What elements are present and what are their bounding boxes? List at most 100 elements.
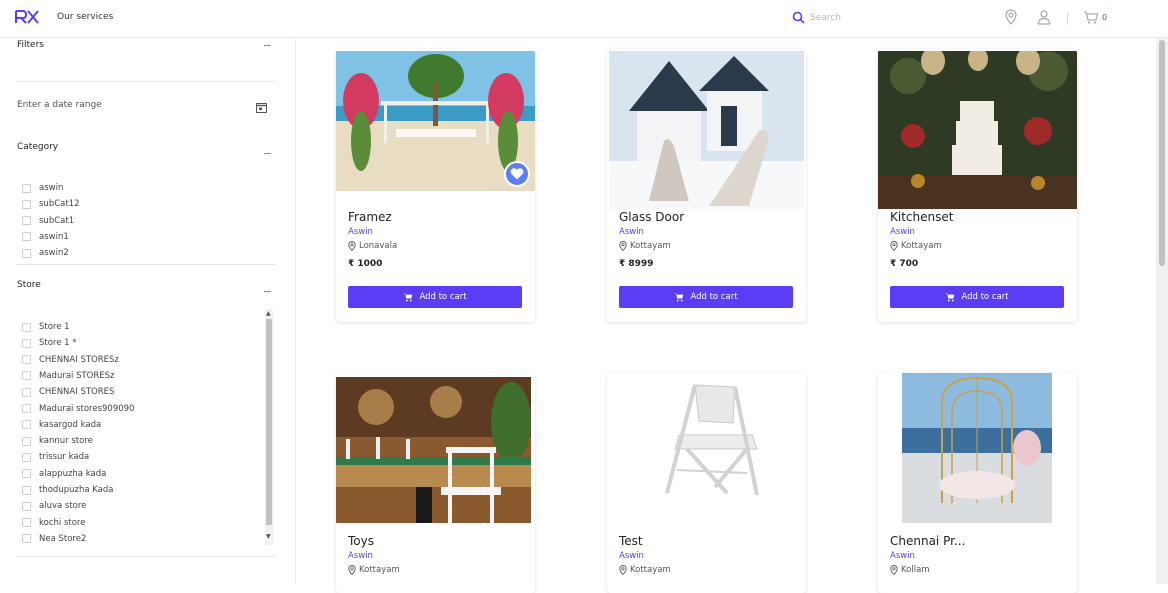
store-option[interactable]: kannur store xyxy=(22,435,93,447)
store-label: kasargod kada xyxy=(39,419,102,430)
date-range-input[interactable]: Enter a date range xyxy=(17,100,217,110)
nav-our-services[interactable]: Our services xyxy=(57,12,113,22)
product-location: Lonavala xyxy=(348,241,397,251)
store-label: kannur store xyxy=(39,436,93,447)
product-card[interactable]: Kitchenset Aswin Kottayam ₹ 700 Add to cart xyxy=(878,49,1077,322)
product-card[interactable]: Test Aswin Kottayam xyxy=(607,373,806,593)
product-image[interactable] xyxy=(878,51,1077,209)
cart-count-badge: 0 xyxy=(1102,13,1108,22)
logo-icon[interactable] xyxy=(14,9,40,25)
store-option[interactable]: aluva store xyxy=(22,500,86,512)
add-to-cart-button[interactable]: Add to cart xyxy=(348,286,522,308)
store-checkbox[interactable] xyxy=(22,469,31,479)
product-card[interactable]: Framez Aswin Lonavala ₹ 1000 Add to cart xyxy=(336,49,535,322)
scroll-up-arrow-icon[interactable]: ▲ xyxy=(266,311,271,317)
store-checkbox[interactable] xyxy=(22,452,31,462)
product-image[interactable] xyxy=(336,377,531,523)
product-image[interactable] xyxy=(609,51,804,209)
store-label: Madurai stores909090 xyxy=(39,403,135,414)
store-option[interactable]: Nea Store2 xyxy=(22,533,86,545)
product-location-text: Kottayam xyxy=(630,565,671,575)
page-scrollbar[interactable] xyxy=(1156,38,1168,584)
search-icon[interactable] xyxy=(792,11,805,24)
store-checkbox[interactable] xyxy=(22,355,31,365)
collapse-filters-icon[interactable] xyxy=(264,45,271,46)
store-checkbox[interactable] xyxy=(22,322,31,332)
category-option[interactable]: aswin xyxy=(22,182,63,194)
product-title[interactable]: Toys xyxy=(348,534,374,548)
store-checkbox[interactable] xyxy=(22,387,31,397)
category-checkbox[interactable] xyxy=(22,248,31,258)
store-option[interactable]: CHENNAI STORES xyxy=(22,386,114,398)
scroll-down-arrow-icon[interactable]: ▼ xyxy=(266,534,271,540)
add-to-cart-button[interactable]: Add to cart xyxy=(619,286,793,308)
category-checkbox[interactable] xyxy=(22,232,31,242)
store-checkbox[interactable] xyxy=(22,501,31,511)
category-checkbox[interactable] xyxy=(22,199,31,209)
store-label: Store 1 * xyxy=(39,338,77,349)
location-pin-icon[interactable] xyxy=(1004,9,1018,25)
filter-sidebar: Filters Enter a date range Category aswi… xyxy=(0,38,296,584)
search-input[interactable] xyxy=(810,9,960,27)
category-checkbox[interactable] xyxy=(22,183,31,193)
store-option[interactable]: kochi store xyxy=(22,517,85,529)
store-option[interactable]: kasargod kada xyxy=(22,419,101,431)
filters-title: Filters xyxy=(17,40,44,50)
store-option[interactable]: trissur kada xyxy=(22,451,89,463)
store-option[interactable]: alappuzha kada xyxy=(22,468,106,480)
favorite-heart-icon[interactable] xyxy=(504,161,530,187)
product-title[interactable]: Kitchenset xyxy=(890,210,953,224)
store-label: Store 1 xyxy=(39,322,70,332)
collapse-store-icon[interactable] xyxy=(264,291,271,292)
store-checkbox[interactable] xyxy=(22,404,31,413)
product-title[interactable]: Glass Door xyxy=(619,210,684,224)
cart-icon[interactable] xyxy=(1083,9,1099,25)
store-option[interactable]: thodupuzha Kada xyxy=(22,484,113,496)
product-card[interactable]: Glass Door Aswin Kottayam ₹ 8999 Add to cart xyxy=(607,49,806,322)
store-checkbox[interactable] xyxy=(22,534,31,544)
store-option[interactable]: Store 1 xyxy=(22,321,70,333)
page-scroll-thumb[interactable] xyxy=(1159,40,1165,266)
category-label: subCat1 xyxy=(39,215,75,226)
store-option[interactable]: Madurai stores909090 xyxy=(22,403,134,415)
store-list-scrollbar[interactable]: ▲ ▼ xyxy=(265,309,273,545)
product-card[interactable]: Chennai Pr... Aswin Kollam xyxy=(878,373,1077,593)
add-to-cart-button[interactable]: Add to cart xyxy=(890,286,1064,308)
category-option[interactable]: subCat1 xyxy=(22,215,74,227)
user-icon[interactable] xyxy=(1037,9,1051,25)
store-option[interactable]: Store 1 * xyxy=(22,337,77,349)
category-label: subCat12 xyxy=(39,199,80,210)
product-card[interactable]: Toys Aswin Kottayam xyxy=(336,373,535,593)
store-checkbox[interactable] xyxy=(22,518,31,528)
category-label: aswin2 xyxy=(39,248,69,259)
store-title: Store xyxy=(17,280,41,290)
category-checkbox[interactable] xyxy=(22,216,31,226)
product-image[interactable] xyxy=(902,373,1052,523)
store-checkbox[interactable] xyxy=(22,485,31,495)
location-pin-icon xyxy=(619,241,627,251)
store-option[interactable]: Madurai STORESz xyxy=(22,370,115,382)
category-option[interactable]: aswin1 xyxy=(22,231,69,243)
product-location-text: Lonavala xyxy=(359,241,398,251)
product-price: ₹ 8999 xyxy=(619,259,654,269)
category-option[interactable]: aswin2 xyxy=(22,247,69,259)
collapse-category-icon[interactable] xyxy=(264,153,271,154)
product-category: Aswin xyxy=(890,227,915,237)
product-image[interactable] xyxy=(607,375,806,521)
product-title[interactable]: Chennai Pr... xyxy=(890,534,965,548)
store-checkbox[interactable] xyxy=(22,436,31,446)
top-header: Our services 0 xyxy=(0,0,1168,38)
calendar-icon[interactable] xyxy=(256,102,267,113)
store-checkbox[interactable] xyxy=(22,420,31,430)
location-pin-icon xyxy=(348,241,356,251)
category-label: aswin xyxy=(39,183,64,193)
store-checkbox[interactable] xyxy=(22,371,31,381)
product-title[interactable]: Framez xyxy=(348,210,392,224)
category-option[interactable]: subCat12 xyxy=(22,198,80,210)
store-checkbox[interactable] xyxy=(22,338,31,348)
store-scroll-thumb[interactable] xyxy=(266,319,272,525)
store-option[interactable]: CHENNAI STORESz xyxy=(22,354,119,366)
divider xyxy=(17,81,275,82)
store-label: thodupuzha Kada xyxy=(39,485,114,495)
product-title[interactable]: Test xyxy=(619,534,643,548)
